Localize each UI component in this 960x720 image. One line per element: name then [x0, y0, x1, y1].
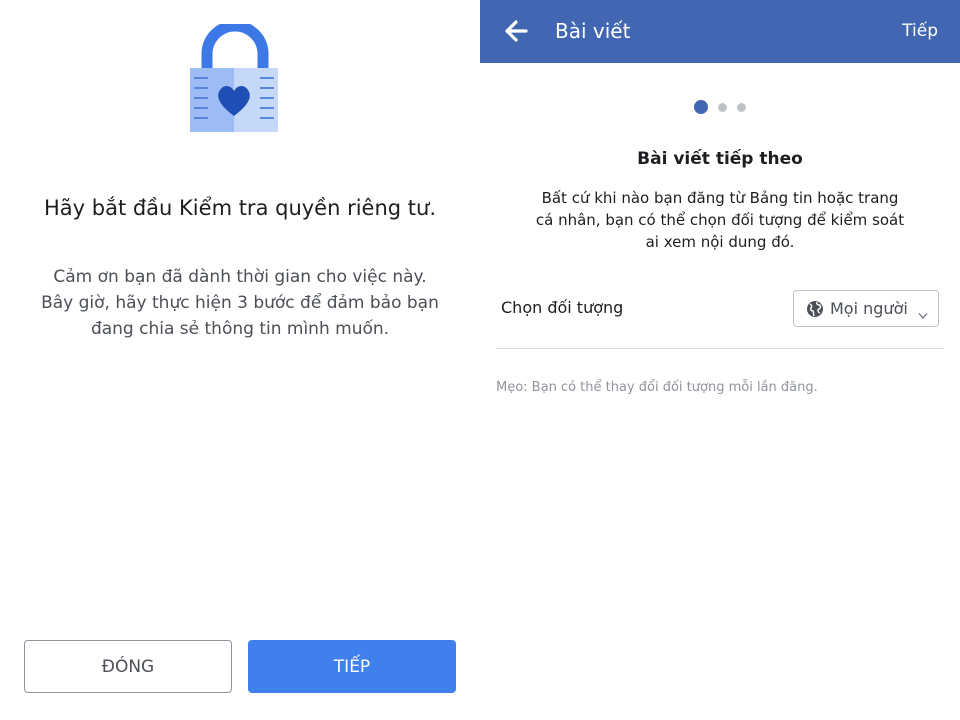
audience-selected-value: Mọi người [830, 299, 908, 318]
audience-label: Chọn đối tượng [501, 298, 624, 317]
intro-description: Cảm ơn bạn đã dành thời gian cho việc nà… [30, 264, 450, 342]
header-bar: Bài viết Tiếp [480, 0, 960, 63]
header-title: Bài viết [555, 19, 631, 43]
section-description-line: ai xem nội dung đó. [645, 233, 795, 251]
chevron-down-icon [918, 305, 928, 319]
next-button[interactable]: TIẾP [248, 640, 456, 693]
close-button[interactable]: ĐÓNG [24, 640, 232, 693]
step-indicator [480, 100, 960, 114]
section-description: Bất cứ khi nào bạn đăng từ Bảng tin hoặc… [510, 187, 930, 253]
lock-heart-icon [180, 20, 290, 140]
audience-selector[interactable]: Mọi người [793, 290, 939, 327]
step-dot-active [694, 100, 708, 114]
intro-description-line: đang chia sẻ thông tin mình muốn. [90, 319, 390, 339]
section-description-line: Bất cứ khi nào bạn đăng từ Bảng tin hoặc… [541, 189, 899, 207]
privacy-checkup-intro-screen: Hãy bắt đầu Kiểm tra quyền riêng tư. Cảm… [0, 0, 480, 720]
tip-text: Mẹo: Bạn có thể thay đổi đối tượng mỗi l… [496, 380, 818, 395]
globe-icon [806, 300, 824, 318]
intro-headline: Hãy bắt đầu Kiểm tra quyền riêng tư. [43, 196, 437, 220]
section-title: Bài viết tiếp theo [637, 149, 803, 169]
section-description-line: cá nhân, bạn có thể chọn đối tượng để ki… [535, 211, 905, 229]
intro-description-line: Bây giờ, hãy thực hiện 3 bước để đảm bảo… [41, 293, 439, 313]
back-arrow-icon[interactable] [502, 17, 530, 45]
step-dot [737, 102, 746, 112]
header-next-button[interactable]: Tiếp [902, 19, 938, 43]
divider [496, 348, 944, 349]
step-dot [718, 102, 727, 112]
intro-description-line: Cảm ơn bạn đã dành thời gian cho việc nà… [53, 267, 427, 287]
posts-audience-screen: Bài viết Tiếp Bài viết tiếp theo Bất cứ … [480, 0, 960, 720]
